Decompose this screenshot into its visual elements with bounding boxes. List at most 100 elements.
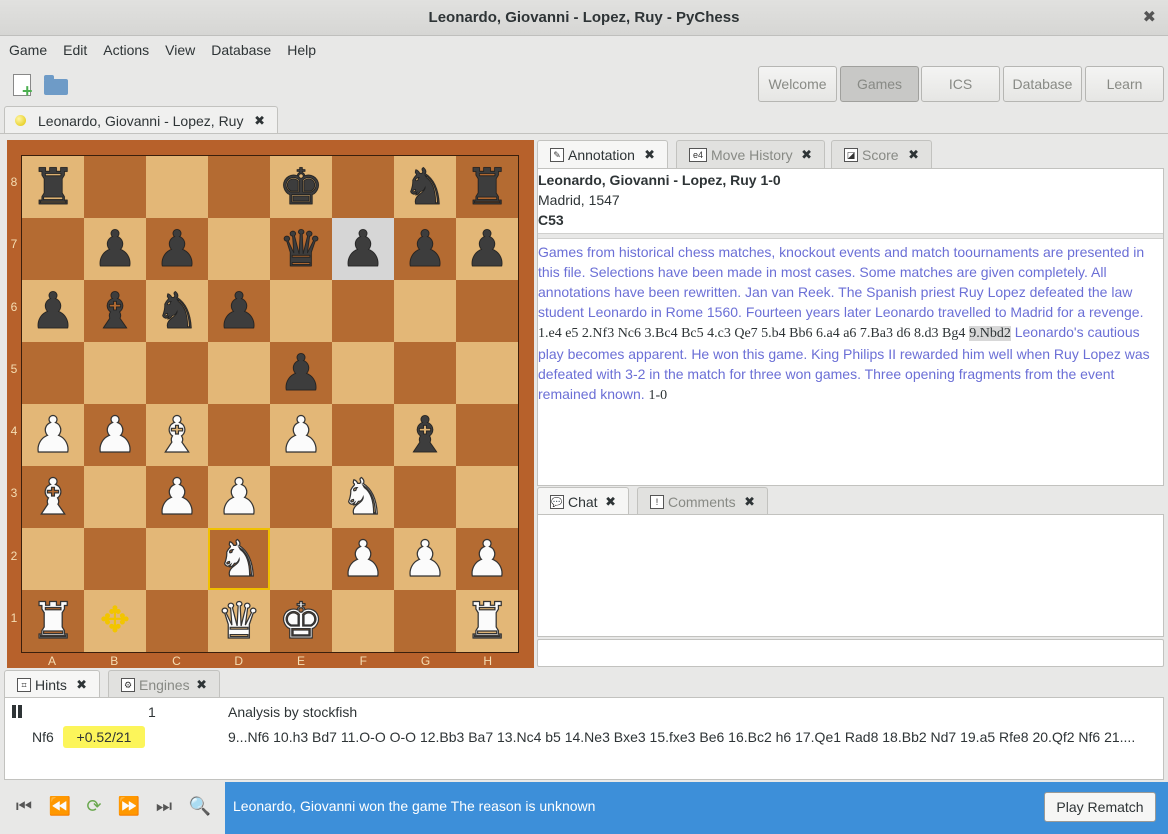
black-pawn-piece[interactable]: ♟ <box>402 224 448 275</box>
square-d4[interactable] <box>208 404 270 466</box>
search-icon[interactable]: 🔍 <box>186 796 214 818</box>
open-file-button[interactable] <box>40 70 72 102</box>
black-knight-piece[interactable]: ♞ <box>154 286 200 337</box>
tab-move-history-close-icon[interactable]: ✖ <box>801 147 812 163</box>
current-move[interactable]: 9.Nbd2 <box>969 326 1011 341</box>
menu-database[interactable]: Database <box>203 42 279 58</box>
white-bishop-piece[interactable]: ♝ <box>154 409 200 460</box>
square-f7[interactable]: ♟ <box>332 218 394 280</box>
white-pawn-piece[interactable]: ♟ <box>464 533 510 584</box>
square-g3[interactable] <box>394 466 456 528</box>
tab-hints-close-icon[interactable]: ✖ <box>76 677 87 693</box>
square-h5[interactable] <box>456 342 518 404</box>
square-a2[interactable] <box>22 528 84 590</box>
square-b1[interactable]: ✥ <box>84 590 146 652</box>
pause-icon[interactable] <box>11 705 25 719</box>
square-d5[interactable] <box>208 342 270 404</box>
black-rook-piece[interactable]: ♜ <box>464 162 510 213</box>
chat-input[interactable] <box>537 639 1164 667</box>
square-g8[interactable]: ♞ <box>394 156 456 218</box>
square-b8[interactable] <box>84 156 146 218</box>
white-pawn-piece[interactable]: ♟ <box>154 471 200 522</box>
square-f6[interactable] <box>332 280 394 342</box>
game-tab[interactable]: Leonardo, Giovanni - Lopez, Ruy ✖ <box>4 106 278 134</box>
annotation-panel[interactable]: Leonardo, Giovanni - Lopez, Ruy 1-0 Madr… <box>537 168 1164 486</box>
black-king-piece[interactable]: ♚ <box>278 162 324 213</box>
black-pawn-piece[interactable]: ♟ <box>340 224 386 275</box>
square-g2[interactable]: ♟ <box>394 528 456 590</box>
square-h6[interactable] <box>456 280 518 342</box>
chat-log[interactable] <box>537 514 1164 637</box>
black-pawn-piece[interactable]: ♟ <box>154 224 200 275</box>
square-b5[interactable] <box>84 342 146 404</box>
white-rook-piece[interactable]: ♜ <box>464 595 510 646</box>
square-g4[interactable]: ♝ <box>394 404 456 466</box>
new-game-button[interactable]: + <box>8 70 40 102</box>
square-b7[interactable]: ♟ <box>84 218 146 280</box>
square-h1[interactable]: ♜ <box>456 590 518 652</box>
chess-board[interactable]: ♜ ♚ ♞ ♜ ♟ ♟ ♛ ♟ ♟ ♟ ♟ ♝ ♞ ♟ ♟ ♟ ♟ ♝ ♟ ♝ ♝ ♟ ♟ ♞ ♞ ♟ ♟ ♟ ♜ ✥ ♛ ♚ ♜ <box>21 155 519 653</box>
tab-engines-close-icon[interactable]: ✖ <box>196 677 207 693</box>
square-b6[interactable]: ♝ <box>84 280 146 342</box>
black-rook-piece[interactable]: ♜ <box>30 162 76 213</box>
square-f2[interactable]: ♟ <box>332 528 394 590</box>
square-g1[interactable] <box>394 590 456 652</box>
white-pawn-piece[interactable]: ♟ <box>216 471 262 522</box>
square-f1[interactable] <box>332 590 394 652</box>
white-bishop-piece[interactable]: ♝ <box>30 471 76 522</box>
black-queen-piece[interactable]: ♛ <box>278 224 324 275</box>
white-rook-piece[interactable]: ♜ <box>30 595 76 646</box>
game-tab-close-icon[interactable]: ✖ <box>254 113 265 129</box>
square-e3[interactable] <box>270 466 332 528</box>
best-move[interactable]: Nf6 <box>32 729 54 745</box>
rotate-board-icon[interactable]: ⟳ <box>80 796 108 818</box>
square-f8[interactable] <box>332 156 394 218</box>
tab-score[interactable]: ◪ Score ✖ <box>831 140 932 168</box>
square-c6[interactable]: ♞ <box>146 280 208 342</box>
black-bishop-piece[interactable]: ♝ <box>402 410 448 461</box>
white-queen-piece[interactable]: ♛ <box>216 595 262 646</box>
white-king-piece[interactable]: ♚ <box>278 595 324 646</box>
square-c8[interactable] <box>146 156 208 218</box>
multipv-count[interactable]: 1 <box>148 704 156 720</box>
square-h2[interactable]: ♟ <box>456 528 518 590</box>
square-c1[interactable] <box>146 590 208 652</box>
white-pawn-piece[interactable]: ♟ <box>402 533 448 584</box>
square-a7[interactable] <box>22 218 84 280</box>
white-pawn-piece[interactable]: ♟ <box>278 409 324 460</box>
white-knight-piece[interactable]: ♞ <box>216 533 262 584</box>
tab-score-close-icon[interactable]: ✖ <box>908 147 919 163</box>
square-c4[interactable]: ♝ <box>146 404 208 466</box>
menu-view[interactable]: View <box>157 42 203 58</box>
black-pawn-piece[interactable]: ♟ <box>464 224 510 275</box>
square-a8[interactable]: ♜ <box>22 156 84 218</box>
square-a1[interactable]: ♜ <box>22 590 84 652</box>
white-knight-piece[interactable]: ♞ <box>340 471 386 522</box>
square-d7[interactable] <box>208 218 270 280</box>
black-bishop-piece[interactable]: ♝ <box>92 286 138 337</box>
play-rematch-button[interactable]: Play Rematch <box>1044 792 1156 822</box>
square-d2[interactable]: ♞ <box>208 528 270 590</box>
square-c7[interactable]: ♟ <box>146 218 208 280</box>
square-b3[interactable] <box>84 466 146 528</box>
black-pawn-piece[interactable]: ♟ <box>30 286 76 337</box>
tab-hints[interactable]: ⌗ Hints ✖ <box>4 670 100 698</box>
tab-annotation-close-icon[interactable]: ✖ <box>644 147 655 163</box>
black-knight-piece[interactable]: ♞ <box>402 162 448 213</box>
square-f4[interactable] <box>332 404 394 466</box>
square-e7[interactable]: ♛ <box>270 218 332 280</box>
white-pawn-piece[interactable]: ♟ <box>340 533 386 584</box>
nav-welcome-button[interactable]: Welcome <box>758 66 837 102</box>
square-a5[interactable] <box>22 342 84 404</box>
square-d1[interactable]: ♛ <box>208 590 270 652</box>
nav-ics-button[interactable]: ICS <box>921 66 1000 102</box>
square-f5[interactable] <box>332 342 394 404</box>
square-f3[interactable]: ♞ <box>332 466 394 528</box>
next-move-icon[interactable]: ⏩ <box>115 796 143 818</box>
tab-annotation[interactable]: ✎ Annotation ✖ <box>537 140 668 168</box>
square-a3[interactable]: ♝ <box>22 466 84 528</box>
square-e1[interactable]: ♚ <box>270 590 332 652</box>
square-c3[interactable]: ♟ <box>146 466 208 528</box>
white-pawn-piece[interactable]: ♟ <box>92 409 138 460</box>
black-pawn-piece[interactable]: ♟ <box>278 348 324 399</box>
